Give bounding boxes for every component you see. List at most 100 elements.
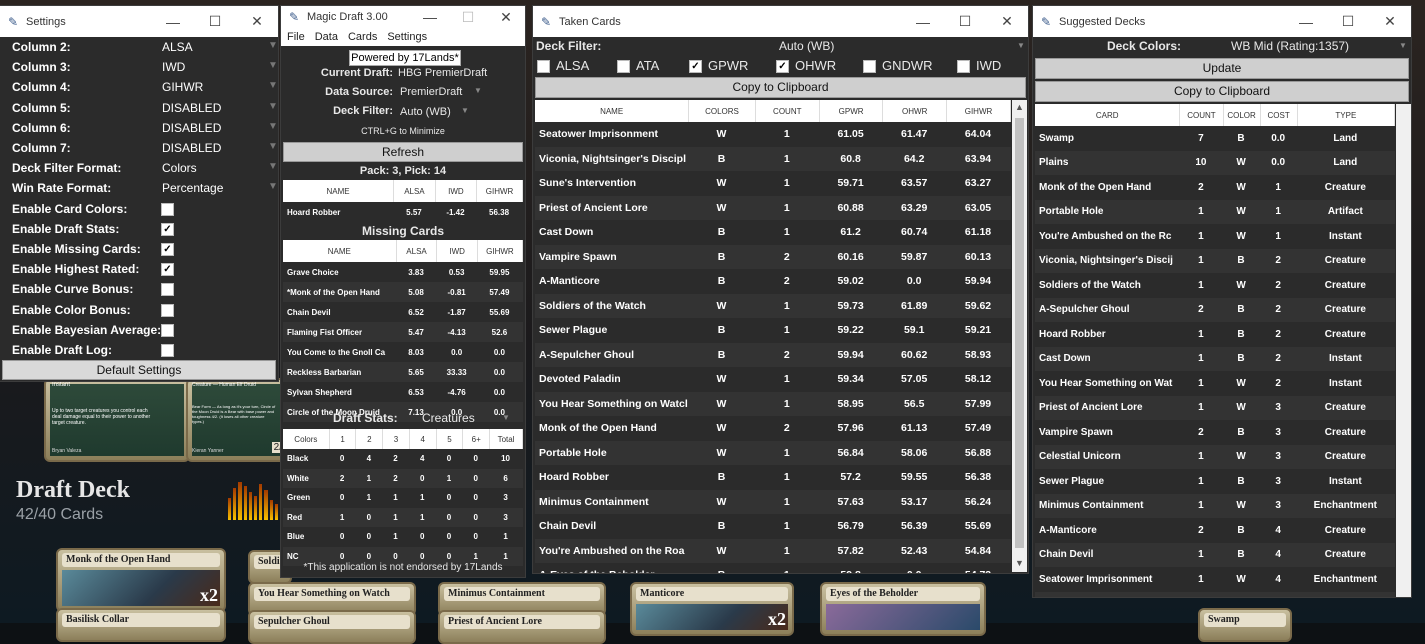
close-icon[interactable]: ✕ bbox=[986, 6, 1028, 37]
suggested-decks-title-bar[interactable]: ✎ Suggested Decks — ☐ ✕ bbox=[1033, 6, 1411, 37]
table-row[interactable]: A-Sepulcher Ghoul 2 B 2 Creature bbox=[1035, 297, 1395, 322]
maximize-icon[interactable]: ☐ bbox=[1327, 6, 1369, 37]
minimize-icon[interactable]: — bbox=[902, 6, 944, 37]
table-row[interactable]: Celestial Unicorn 1 W 3 Creature bbox=[1035, 444, 1395, 469]
column-header[interactable]: NAME bbox=[535, 100, 690, 122]
deck-filter-select[interactable]: Auto (WB) bbox=[400, 106, 451, 118]
table-row[interactable]: Sylvan Shepherd 6.53 -4.76 0.0 bbox=[283, 382, 523, 402]
column-header[interactable]: COUNT bbox=[1179, 104, 1224, 126]
settings-row-checkbox[interactable] bbox=[161, 323, 174, 337]
bg-deck-card[interactable]: Manticore x2 bbox=[630, 582, 794, 636]
bg-deck-card[interactable]: Basilisk Collar bbox=[56, 608, 226, 642]
menu-cards[interactable]: Cards bbox=[348, 31, 377, 43]
column-header[interactable]: CARD bbox=[1035, 104, 1181, 126]
column-toggle-checkbox[interactable] bbox=[863, 60, 876, 73]
column-header[interactable]: Colors bbox=[283, 429, 330, 449]
column-header[interactable]: ALSA bbox=[393, 180, 436, 202]
column-header[interactable]: Total bbox=[489, 429, 523, 449]
column-toggle-checkbox[interactable]: ✓ bbox=[776, 60, 789, 73]
table-row[interactable]: Plains 10 W 0.0 Land bbox=[1035, 150, 1395, 175]
table-row[interactable]: White 2 1 2 0 1 0 6 bbox=[283, 468, 523, 488]
table-row[interactable]: Seatower Imprisonment 1 W 4 Enchantment bbox=[1035, 567, 1395, 592]
column-header[interactable]: 3 bbox=[382, 429, 410, 449]
table-row[interactable]: Flaming Fist Officer 5.47 -4.13 52.6 bbox=[283, 322, 523, 342]
taken-copy-button[interactable]: Copy to Clipboard bbox=[535, 77, 1026, 98]
table-row[interactable]: Sewer Plague B 1 59.22 59.1 59.21 bbox=[535, 318, 1011, 343]
bg-deck-card[interactable]: Monk of the Open Hand x2 bbox=[56, 548, 226, 612]
column-header[interactable]: COLOR bbox=[1223, 104, 1261, 126]
table-row[interactable]: Sune's Intervention W 1 59.71 63.57 63.27 bbox=[535, 171, 1011, 196]
table-row[interactable]: Portable Hole W 1 56.84 58.06 56.88 bbox=[535, 440, 1011, 465]
column-header[interactable]: COUNT bbox=[755, 100, 820, 122]
table-row[interactable]: A-Eyes of the BeholderB159.80.054.73 bbox=[535, 563, 1011, 573]
column-header[interactable]: NAME bbox=[283, 240, 397, 262]
table-row[interactable]: Soldiers of the Watch 1 W 2 Creature bbox=[1035, 273, 1395, 298]
table-row[interactable]: Seatower Imprisonment W 1 61.05 61.47 64.04 bbox=[535, 122, 1011, 147]
suggested-scrollbar[interactable] bbox=[1396, 104, 1411, 597]
column-header[interactable]: 2 bbox=[355, 429, 384, 449]
table-row[interactable]: Minimus Containment W 1 57.63 53.17 56.24 bbox=[535, 489, 1011, 514]
column-header[interactable]: GPWR bbox=[819, 100, 884, 122]
scroll-up-icon[interactable]: ▲ bbox=[1015, 102, 1024, 112]
powered-by-link[interactable]: Powered by 17Lands* bbox=[349, 50, 461, 66]
settings-title-bar[interactable]: ✎ Settings — ☐ ✕ bbox=[0, 6, 278, 37]
magic-draft-title-bar[interactable]: ✎ Magic Draft 3.00 — ☐ ✕ bbox=[281, 6, 525, 28]
table-row[interactable]: Vampire Spawn 2 B 3 Creature bbox=[1035, 420, 1395, 445]
table-row[interactable]: Viconia, Nightsinger's Discij 1 B 2 Creature bbox=[1035, 248, 1395, 273]
bg-deck-card[interactable]: Sepulcher Ghoul bbox=[248, 610, 416, 644]
column-header[interactable]: GIHWR bbox=[476, 180, 523, 202]
settings-row-checkbox[interactable] bbox=[161, 283, 174, 297]
column-toggle-checkbox[interactable]: ✓ bbox=[689, 60, 702, 73]
table-row[interactable]: *Monk of the Open Hand 5.08 -0.81 57.49 bbox=[283, 282, 523, 302]
column-header[interactable]: GIHWR bbox=[477, 240, 524, 262]
default-settings-button[interactable]: Default Settings bbox=[2, 360, 276, 380]
table-row[interactable]: Sewer Plague 1 B 3 Instant bbox=[1035, 469, 1395, 494]
settings-row-checkbox[interactable]: ✓ bbox=[161, 243, 174, 256]
table-row[interactable]: Chain Devil 1 B 4 Creature bbox=[1035, 542, 1395, 567]
settings-row-checkbox[interactable]: ✓ bbox=[161, 222, 174, 236]
table-row[interactable]: You Come to the Gnoll Ca 8.03 0.0 0.0 bbox=[283, 342, 523, 362]
column-header[interactable]: 5 bbox=[436, 429, 464, 449]
table-row[interactable]: Grave Choice 3.83 0.53 59.95 bbox=[283, 262, 523, 282]
minimize-icon[interactable]: — bbox=[411, 6, 449, 28]
settings-row-checkbox[interactable] bbox=[161, 344, 174, 357]
table-row[interactable]: Blue 0 0 1 0 0 0 1 bbox=[283, 527, 523, 547]
bg-deck-card[interactable]: Priest of Ancient Lore bbox=[438, 610, 606, 644]
deck-colors-select[interactable]: WB Mid (Rating:1357) bbox=[1231, 39, 1349, 53]
maximize-icon[interactable]: ☐ bbox=[449, 6, 487, 28]
column-header[interactable]: 4 bbox=[409, 429, 437, 449]
taken-scrollbar[interactable]: ▲ ▼ bbox=[1012, 100, 1027, 572]
settings-row-select[interactable]: Colors bbox=[162, 161, 197, 175]
table-row[interactable]: Circle of the Moon Druid 7.13 0.0 0.0 bbox=[283, 402, 523, 422]
update-button[interactable]: Update bbox=[1035, 58, 1409, 79]
taken-cards-title-bar[interactable]: ✎ Taken Cards — ☐ ✕ bbox=[533, 6, 1028, 37]
table-row[interactable]: Portable Hole 1 W 1 Artifact bbox=[1035, 199, 1395, 224]
column-header[interactable]: IWD bbox=[435, 180, 478, 202]
close-icon[interactable]: ✕ bbox=[487, 6, 525, 28]
table-row[interactable]: Cast Down 1 B 2 Instant bbox=[1035, 346, 1395, 371]
table-row[interactable]: Soldiers of the Watch W 1 59.73 61.89 59.62 bbox=[535, 293, 1011, 318]
column-header[interactable]: COST bbox=[1260, 104, 1298, 126]
table-row[interactable]: You Hear Something on Wat 1 W 2 Instant bbox=[1035, 371, 1395, 396]
suggested-copy-button[interactable]: Copy to Clipboard bbox=[1035, 81, 1409, 102]
maximize-icon[interactable]: ☐ bbox=[194, 6, 236, 37]
refresh-button[interactable]: Refresh bbox=[283, 142, 523, 162]
table-row[interactable]: Devoted Paladin1W5Creature bbox=[1035, 591, 1395, 597]
table-row[interactable]: Priest of Ancient Lore W 1 60.88 63.29 63.05 bbox=[535, 195, 1011, 220]
column-header[interactable]: 1 bbox=[329, 429, 357, 449]
table-row[interactable]: Swamp 7 B 0.0 Land bbox=[1035, 126, 1395, 151]
table-row[interactable]: You're Ambushed on the Rc 1 W 1 Instant bbox=[1035, 224, 1395, 249]
column-toggle-checkbox[interactable] bbox=[957, 60, 970, 73]
settings-row-select[interactable]: DISABLED bbox=[162, 121, 221, 135]
settings-row-checkbox[interactable] bbox=[161, 202, 174, 216]
maximize-icon[interactable]: ☐ bbox=[944, 6, 986, 37]
table-row[interactable]: Monk of the Open Hand W 2 57.96 61.13 57.49 bbox=[535, 416, 1011, 441]
column-header[interactable]: 6+ bbox=[462, 429, 491, 449]
table-row[interactable]: You Hear Something on Watcl W 1 58.95 56.5 57… bbox=[535, 391, 1011, 416]
draft-stats-select[interactable]: Creatures bbox=[422, 411, 475, 425]
settings-row-select[interactable]: GIHWR bbox=[162, 80, 203, 94]
table-row[interactable]: Monk of the Open Hand 2 W 1 Creature bbox=[1035, 175, 1395, 200]
table-row[interactable]: Hoard Robber 5.57 -1.42 56.38 bbox=[283, 202, 523, 222]
minimize-icon[interactable]: — bbox=[1285, 6, 1327, 37]
table-row[interactable]: You're Ambushed on the Roa W 1 57.82 52.43 54… bbox=[535, 538, 1011, 563]
